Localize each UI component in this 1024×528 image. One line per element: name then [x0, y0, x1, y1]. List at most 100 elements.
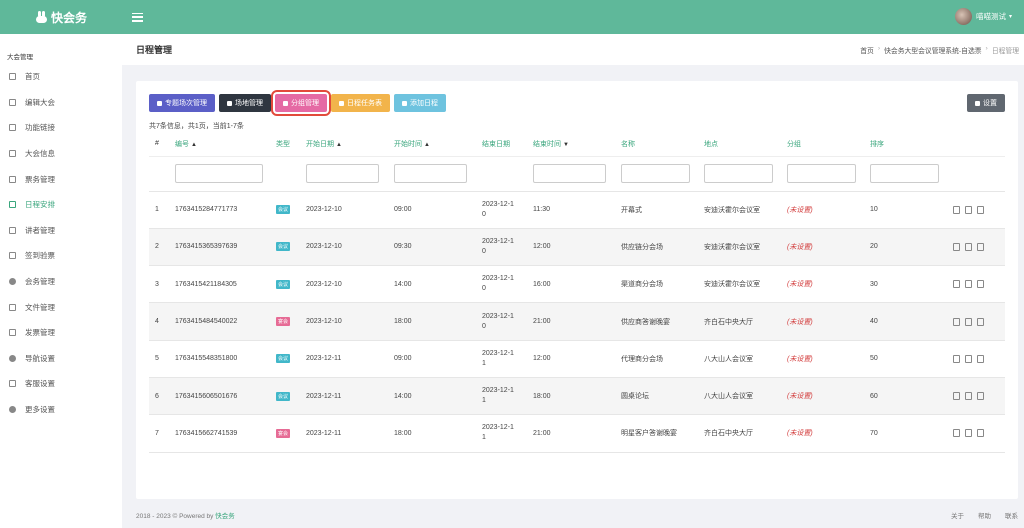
edit-icon[interactable]	[965, 205, 972, 214]
footer-link-about[interactable]: 关于	[951, 510, 964, 520]
view-icon[interactable]	[953, 242, 960, 251]
sidebar-item-gear[interactable]: 会务管理	[0, 269, 122, 295]
col-end-time[interactable]: 结束时间 ▼	[527, 132, 615, 157]
sidebar-item-calendar[interactable]: 日程安排	[0, 192, 122, 218]
calendar-icon	[339, 100, 344, 106]
schedule-task-button[interactable]: 日程任务表	[331, 94, 390, 112]
breadcrumb-event[interactable]: 快会务大型会议管理系统-自选票	[884, 45, 981, 55]
copy-icon[interactable]	[977, 354, 984, 363]
footer-link-contact[interactable]: 联系	[1005, 510, 1018, 520]
app-logo[interactable]: 快会务	[0, 9, 122, 26]
cell-start-time: 18:00	[388, 414, 476, 453]
start-time-filter-input[interactable]	[394, 164, 467, 183]
sidebar-item-table[interactable]: 功能链接	[0, 115, 122, 141]
order-filter-input[interactable]	[870, 164, 939, 183]
cell-name-text: 圆桌论坛	[621, 393, 649, 401]
table-row: 1 1763415284771773 会议 2023-12-10 09:00 2023-1…	[149, 191, 1005, 229]
sidebar-item-more[interactable]: 更多设置	[0, 397, 122, 423]
sidebar-item-cloud[interactable]: 文件管理	[0, 294, 122, 320]
sidebar-item-label: 会务管理	[25, 277, 55, 287]
sort-asc-icon: ▲	[336, 141, 342, 148]
group-filter-input[interactable]	[787, 164, 856, 183]
sidebar-item-grid[interactable]: 首页	[0, 64, 122, 90]
cell-place-text: 八大山人会议室	[704, 355, 753, 363]
edit-icon[interactable]	[965, 317, 972, 326]
copy-icon[interactable]	[977, 429, 984, 438]
cell-start-time-text: 18:00	[394, 429, 412, 437]
view-icon[interactable]	[953, 429, 960, 438]
view-icon[interactable]	[953, 354, 960, 363]
topic-session-button[interactable]: 专题场次管理	[149, 94, 215, 112]
edit-icon[interactable]	[965, 354, 972, 363]
cell-start-time-text: 09:00	[394, 206, 412, 214]
name-filter-input[interactable]	[621, 164, 690, 183]
copy-icon[interactable]	[977, 242, 984, 251]
edit-icon[interactable]	[965, 429, 972, 438]
place-filter-input[interactable]	[704, 164, 773, 183]
breadcrumb-home[interactable]: 首页	[860, 45, 874, 55]
group-manage-button[interactable]: 分组管理	[271, 90, 331, 116]
sidebar-item-list[interactable]: 大会信息	[0, 141, 122, 167]
cloud-icon	[9, 303, 16, 311]
edit-icon	[9, 98, 16, 106]
sidebar-item-speaker[interactable]: 讲者管理	[0, 218, 122, 244]
schedule-table: # 编号 ▲ 类型 开始日期 ▲ 开始时间 ▲ 结束日期 结束时间 ▼ 名称 地点 分组…	[149, 132, 1005, 453]
cell-end-date-text: 2023-12-10	[482, 200, 514, 218]
sidebar-item-scan[interactable]: 签到验票	[0, 243, 122, 269]
edit-icon[interactable]	[965, 280, 972, 289]
cell-place: 安迪沃霍尔会议室	[698, 265, 781, 304]
sidebar-item-edit[interactable]: 编辑大会	[0, 90, 122, 116]
sidebar-item-pin[interactable]: 导航设置	[0, 346, 122, 372]
invoice-icon	[9, 329, 16, 337]
cell-end-time-text: 11:30	[533, 206, 550, 214]
copy-icon[interactable]	[977, 205, 984, 214]
cell-start-time: 09:30	[388, 228, 476, 267]
edit-icon[interactable]	[965, 392, 972, 401]
schedule-table-wrap: # 编号 ▲ 类型 开始日期 ▲ 开始时间 ▲ 结束日期 结束时间 ▼ 名称 地点 分组…	[149, 132, 1005, 453]
cell-place: 安迪沃霍尔会议室	[698, 191, 781, 229]
copy-icon[interactable]	[977, 317, 984, 326]
cell-name-text: 开幕式	[621, 206, 642, 214]
footer-brand-link[interactable]: 快会务	[215, 513, 235, 520]
row-actions	[953, 205, 1005, 214]
sidebar-item-invoice[interactable]: 发票管理	[0, 320, 122, 346]
col-start-time[interactable]: 开始时间 ▲	[388, 132, 476, 157]
cell-end-time-text: 18:00	[533, 392, 551, 400]
summary-text: 共7条信息，共1页，当前1-7条	[149, 123, 244, 130]
cell-index: 4	[149, 302, 169, 341]
edit-icon[interactable]	[965, 242, 972, 251]
footer-link-help[interactable]: 帮助	[978, 510, 991, 520]
col-code[interactable]: 编号 ▲	[169, 132, 270, 157]
cell-place: 八大山人会议室	[698, 377, 781, 416]
settings-button[interactable]: 设置	[967, 94, 1005, 112]
add-schedule-button[interactable]: 添加日程	[394, 94, 446, 112]
view-icon[interactable]	[953, 205, 960, 214]
cell-order-text: 60	[870, 392, 878, 400]
cell-place-text: 八大山人会议室	[704, 393, 753, 401]
filter-cell	[476, 156, 527, 192]
code-filter-input[interactable]	[175, 164, 263, 183]
copyright: 2018 - 2023 © Powered by 快会务	[136, 510, 235, 520]
venue-button[interactable]: 场地管理	[219, 94, 271, 112]
sidebar-item-label: 编辑大会	[25, 97, 55, 107]
footer: 2018 - 2023 © Powered by 快会务 关于 帮助 联系	[122, 502, 1024, 528]
user-menu[interactable]: 喵喵测试 ▾	[954, 8, 1012, 25]
cell-start-date-text: 2023-12-11	[306, 429, 342, 437]
cell-order-text: 40	[870, 318, 878, 326]
copy-icon[interactable]	[977, 392, 984, 401]
menu-toggle-icon[interactable]	[132, 12, 143, 22]
cell-order: 20	[864, 228, 947, 267]
grid-icon	[9, 73, 16, 81]
copy-icon[interactable]	[977, 280, 984, 289]
start-date-filter-input[interactable]	[306, 164, 379, 183]
view-icon[interactable]	[953, 317, 960, 326]
col-start-date[interactable]: 开始日期 ▲	[300, 132, 388, 157]
view-icon[interactable]	[953, 280, 960, 289]
sidebar-item-ticket[interactable]: 票务管理	[0, 166, 122, 192]
cell-type-text: 宴会	[276, 317, 291, 327]
table-row: 3 1763415421184305 会议 2023-12-10 14:00 2023-1…	[149, 265, 1005, 304]
view-icon[interactable]	[953, 392, 960, 401]
sidebar-item-headset[interactable]: 客服设置	[0, 371, 122, 397]
cell-end-time: 21:00	[527, 302, 615, 341]
end-time-filter-input[interactable]	[533, 164, 606, 183]
